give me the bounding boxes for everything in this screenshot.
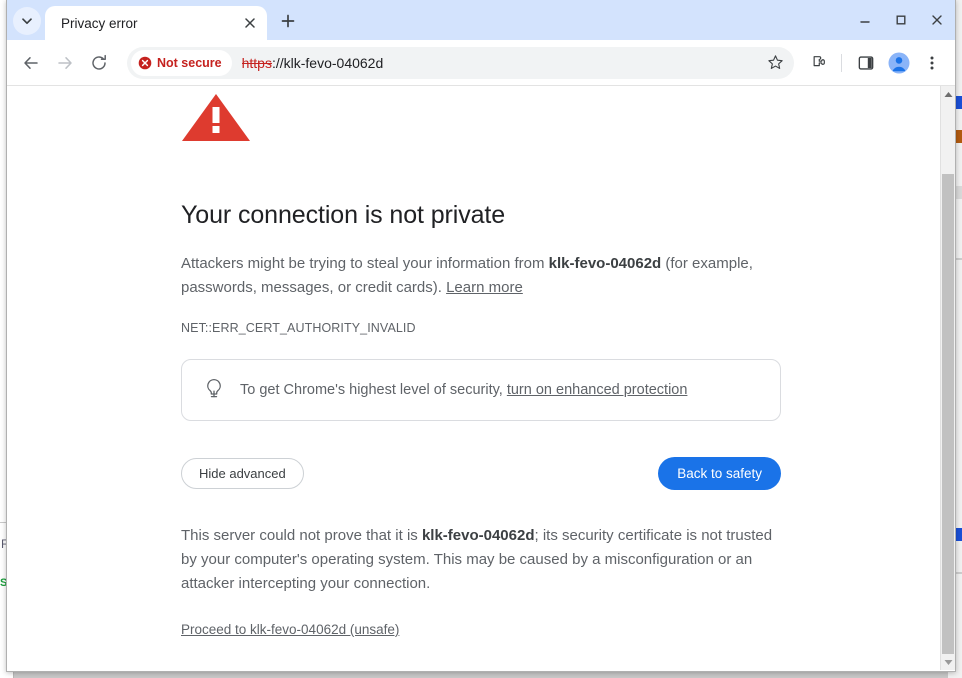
background-chip-blue bbox=[956, 96, 962, 109]
advanced-hostname: klk-fevo-04062d bbox=[421, 527, 535, 544]
url-text: https://klk-fevo-04062d bbox=[242, 55, 384, 71]
browser-window: Privacy error Not secure https://klk-fev… bbox=[6, 0, 956, 672]
ssl-interstitial: Your connection is not private Attackers… bbox=[181, 86, 781, 639]
back-arrow-icon bbox=[24, 56, 38, 69]
body-prefix: Attackers might be trying to steal your … bbox=[181, 255, 549, 272]
tab-close-button[interactable] bbox=[239, 12, 261, 34]
plus-icon bbox=[281, 14, 295, 28]
scroll-up-arrow-icon bbox=[944, 91, 952, 97]
back-button[interactable] bbox=[15, 47, 47, 79]
forward-button[interactable] bbox=[49, 47, 81, 79]
window-controls bbox=[847, 0, 955, 40]
browser-menu-button[interactable] bbox=[917, 48, 947, 78]
close-icon bbox=[245, 18, 255, 28]
back-to-safety-button[interactable]: Back to safety bbox=[658, 457, 781, 490]
security-status-badge[interactable]: Not secure bbox=[131, 49, 232, 76]
maximize-icon bbox=[896, 15, 906, 25]
page-scrollbar[interactable] bbox=[940, 86, 955, 670]
address-bar[interactable]: Not secure https://klk-fevo-04062d bbox=[127, 46, 794, 79]
side-panel-icon bbox=[858, 55, 874, 70]
learn-more-link[interactable]: Learn more bbox=[446, 279, 523, 296]
enhanced-protection-link[interactable]: turn on enhanced protection bbox=[507, 382, 688, 398]
security-status-label: Not secure bbox=[157, 55, 222, 70]
callout-message: To get Chrome's highest level of securit… bbox=[240, 382, 507, 398]
close-window-button[interactable] bbox=[919, 0, 955, 40]
chevron-down-icon bbox=[22, 18, 32, 25]
bookmark-button[interactable] bbox=[760, 48, 790, 78]
enhanced-protection-callout: To get Chrome's highest level of securit… bbox=[181, 359, 781, 421]
body-hostname: klk-fevo-04062d bbox=[548, 255, 662, 272]
advanced-prefix: This server could not prove that it is bbox=[181, 527, 422, 544]
forward-arrow-icon bbox=[58, 56, 72, 69]
toolbar-separator bbox=[841, 53, 842, 72]
background-chip-grey bbox=[956, 186, 962, 199]
page-viewport: Your connection is not private Attackers… bbox=[7, 86, 955, 670]
reload-icon bbox=[92, 54, 106, 70]
proceed-unsafe-link[interactable]: Proceed to klk-fevo-04062d (unsafe) bbox=[181, 622, 399, 637]
background-chip-orange bbox=[956, 130, 962, 143]
side-panel-button[interactable] bbox=[851, 48, 881, 78]
url-rest: ://klk-fevo-04062d bbox=[271, 54, 384, 71]
background-chip-line bbox=[956, 258, 962, 260]
background-chip-line-2 bbox=[956, 572, 962, 574]
new-tab-button[interactable] bbox=[273, 6, 303, 36]
minimize-icon bbox=[860, 21, 870, 23]
extensions-button[interactable] bbox=[805, 48, 835, 78]
avatar-icon bbox=[888, 52, 910, 73]
tab-privacy-error[interactable]: Privacy error bbox=[45, 6, 267, 40]
hide-advanced-button[interactable]: Hide advanced bbox=[181, 458, 304, 489]
interstitial-buttons: Hide advanced Back to safety bbox=[181, 457, 781, 490]
page-content: Your connection is not private Attackers… bbox=[7, 86, 940, 670]
scroll-down-arrow-icon bbox=[944, 659, 952, 665]
scrollbar-thumb[interactable] bbox=[942, 174, 954, 654]
tab-search-button[interactable] bbox=[13, 7, 41, 35]
warning-triangle-icon bbox=[181, 92, 781, 147]
maximize-button[interactable] bbox=[883, 0, 919, 40]
close-icon bbox=[932, 15, 942, 25]
page-title: Your connection is not private bbox=[181, 201, 506, 229]
minimize-button[interactable] bbox=[847, 0, 883, 40]
scroll-up-button[interactable] bbox=[941, 86, 955, 102]
three-dot-menu-icon bbox=[930, 56, 934, 69]
scroll-down-button[interactable] bbox=[941, 654, 955, 670]
puzzle-piece-icon bbox=[813, 55, 825, 66]
advanced-details: This server could not prove that it is k… bbox=[181, 524, 781, 596]
not-secure-icon bbox=[138, 56, 152, 69]
star-icon bbox=[767, 55, 783, 70]
desktop-background: F S Privacy error Not secure https://klk… bbox=[0, 0, 962, 678]
reload-button[interactable] bbox=[83, 47, 115, 79]
url-scheme: https bbox=[241, 54, 272, 71]
error-code: NET::ERR_CERT_AUTHORITY_INVALID bbox=[181, 321, 416, 335]
browser-toolbar: Not secure https://klk-fevo-04062d bbox=[7, 40, 955, 86]
tab-strip: Privacy error bbox=[7, 0, 955, 40]
lightbulb-icon bbox=[207, 378, 221, 398]
interstitial-body: Attackers might be trying to steal your … bbox=[181, 252, 781, 300]
background-chip-blue-2 bbox=[956, 528, 962, 541]
profile-button[interactable] bbox=[884, 48, 914, 78]
tab-title: Privacy error bbox=[61, 15, 138, 31]
callout-text: To get Chrome's highest level of securit… bbox=[240, 382, 687, 398]
